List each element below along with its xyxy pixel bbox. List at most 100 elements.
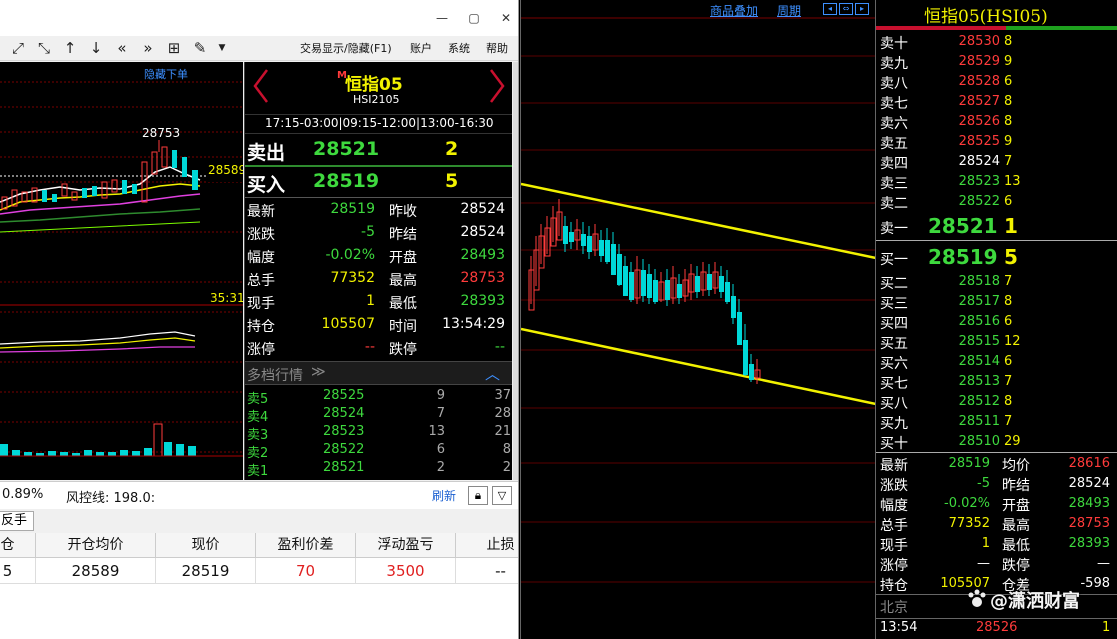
bid-price: 28512 xyxy=(958,394,1000,409)
candle-body xyxy=(647,274,652,298)
reverse-button[interactable]: 反手 xyxy=(0,511,34,531)
menu-account[interactable]: 账户 xyxy=(410,40,432,56)
menu-system[interactable]: 系统 xyxy=(448,40,470,56)
account-status-bar: 0.89% 风控线: 198.0: 刷新 🔒︎ ▽ xyxy=(0,481,518,509)
buy-qty: 5 xyxy=(445,170,459,192)
positions-table: 仓 开仓均价 现价 盈利价差 浮动盈亏 止损 5 28589 28519 70 … xyxy=(0,533,518,639)
pen-icon[interactable]: ✎ xyxy=(190,38,210,58)
column-header[interactable]: 仓 xyxy=(0,533,36,558)
panel-scrollbar[interactable] xyxy=(513,62,518,480)
column-header[interactable]: 开仓均价 xyxy=(36,533,156,558)
ask-label: 卖五 xyxy=(880,136,908,152)
stat-label: 最高 xyxy=(389,273,417,289)
sell-row[interactable]: 卖出 28521 2 xyxy=(245,134,512,166)
stat-label: 跌停 xyxy=(389,342,417,358)
stat-value: 28753 xyxy=(460,270,505,286)
minimize-icon[interactable]: — xyxy=(434,10,450,26)
mini-kline-chart[interactable]: 隐藏下单 28753 28589 35:31 xyxy=(0,62,243,480)
watermark-text: @潇洒财富 xyxy=(990,591,1080,612)
double-left-icon[interactable]: « xyxy=(112,38,132,58)
depth-qty: 7 xyxy=(436,406,445,421)
bid-volume: 12 xyxy=(1004,334,1021,349)
stat-value: 28393 xyxy=(460,293,505,309)
depth-cum-qty: 8 xyxy=(502,442,511,457)
ask-label: 卖二 xyxy=(880,196,908,212)
column-header[interactable]: 现价 xyxy=(156,533,256,558)
stat-label: 时间 xyxy=(389,319,417,335)
stat-value: 28524 xyxy=(1068,476,1110,491)
main-kline-chart[interactable]: 商品叠加 周期 ◂ ⇔ ▸ xyxy=(520,0,876,639)
stat-label: 最低 xyxy=(389,296,417,312)
stat-label: 昨结 xyxy=(1002,478,1030,494)
bid-price: 28510 xyxy=(958,434,1000,449)
candle-body xyxy=(629,272,634,300)
bid-price: 28515 xyxy=(958,334,1000,349)
depth-cum-qty: 28 xyxy=(494,406,511,421)
ask-volume: 7 xyxy=(1004,154,1013,169)
best-bid-row[interactable]: 买一 28519 5 xyxy=(876,243,1117,271)
bid-volume: 7 xyxy=(1004,374,1013,389)
stat-value: -0.02% xyxy=(944,496,990,511)
stat-label: 开盘 xyxy=(1002,498,1030,514)
trendline-lower xyxy=(521,327,876,406)
shrink-icon[interactable]: ⤡ xyxy=(34,38,54,58)
depth-qty: 2 xyxy=(436,460,445,475)
stat-value: 28524 xyxy=(460,201,505,217)
grid-icon[interactable]: ⊞ xyxy=(164,38,184,58)
depth-header[interactable]: 多档行情 ≫ ︿ xyxy=(245,361,512,385)
best-bid-label: 买一 xyxy=(880,252,908,268)
depth-label: 卖3 xyxy=(247,428,269,443)
bid-price: 28513 xyxy=(958,374,1000,389)
dropdown-icon[interactable]: ▽ xyxy=(492,486,512,505)
bid-volume: 7 xyxy=(1004,414,1013,429)
bid-label: 买九 xyxy=(880,416,908,432)
bid-volume: 6 xyxy=(1004,354,1013,369)
ask-price: 28523 xyxy=(958,174,1000,189)
close-icon[interactable]: ✕ xyxy=(498,10,514,26)
high-price-label: 28753 xyxy=(142,126,181,140)
stat-label: 昨结 xyxy=(389,227,417,243)
column-header[interactable]: 盈利价差 xyxy=(256,533,356,558)
refresh-link[interactable]: 刷新 xyxy=(432,487,456,504)
best-ask-price: 28521 xyxy=(928,214,998,238)
candle-body xyxy=(611,244,616,275)
watermark: @潇洒财富 xyxy=(966,586,1116,612)
prev-contract-arrow[interactable] xyxy=(251,68,271,104)
stat-value: 28753 xyxy=(1068,516,1110,531)
cell-stop-loss: -- xyxy=(456,558,518,584)
collapse-up-icon[interactable]: ︿ xyxy=(485,363,500,384)
candle-body xyxy=(719,276,724,292)
column-header[interactable]: 止损 xyxy=(456,533,518,558)
maximize-icon[interactable]: ▢ xyxy=(466,10,482,26)
dropdown-icon[interactable]: ▼ xyxy=(212,38,232,58)
stat-value: -- xyxy=(494,339,505,355)
ask-label: 卖十 xyxy=(880,36,908,52)
ask-label: 卖六 xyxy=(880,116,908,132)
arrow-up-icon[interactable]: ↑ xyxy=(60,38,80,58)
candle-body xyxy=(617,254,622,285)
double-right-icon[interactable]: » xyxy=(138,38,158,58)
stat-label: 总手 xyxy=(880,518,908,534)
ask-volume: 6 xyxy=(1004,194,1013,209)
column-header[interactable]: 浮动盈亏 xyxy=(356,533,456,558)
contract-name: 恒指05 xyxy=(345,75,403,95)
bid-label: 买五 xyxy=(880,336,908,352)
stat-value: 13:54:29 xyxy=(442,316,505,332)
buy-row[interactable]: 买入 28519 5 xyxy=(245,166,512,198)
depth-label: 卖1 xyxy=(247,464,269,479)
candle-body xyxy=(587,236,592,252)
best-ask-row[interactable]: 卖一 28521 1 xyxy=(876,212,1117,240)
next-contract-arrow[interactable] xyxy=(487,68,507,104)
depth-expand-icon[interactable]: ≫ xyxy=(311,364,326,380)
arrow-down-icon[interactable]: ↓ xyxy=(86,38,106,58)
depth-cum-qty: 21 xyxy=(494,424,511,439)
ask-price: 28524 xyxy=(958,154,1000,169)
lock-icon[interactable]: 🔒︎ xyxy=(468,486,488,505)
menu-help[interactable]: 帮助 xyxy=(486,40,508,56)
expand-icon[interactable]: ⤢ xyxy=(8,38,28,58)
paw-logo-icon xyxy=(968,589,986,607)
depth-price: 28521 xyxy=(323,460,365,475)
menu-toggle-trade-display[interactable]: 交易显示/隐藏(F1) xyxy=(300,40,392,56)
stat-value: 1 xyxy=(981,536,990,551)
trading-sessions: 17:15-03:00|09:15-12:00|13:00-16:30 xyxy=(265,116,494,130)
